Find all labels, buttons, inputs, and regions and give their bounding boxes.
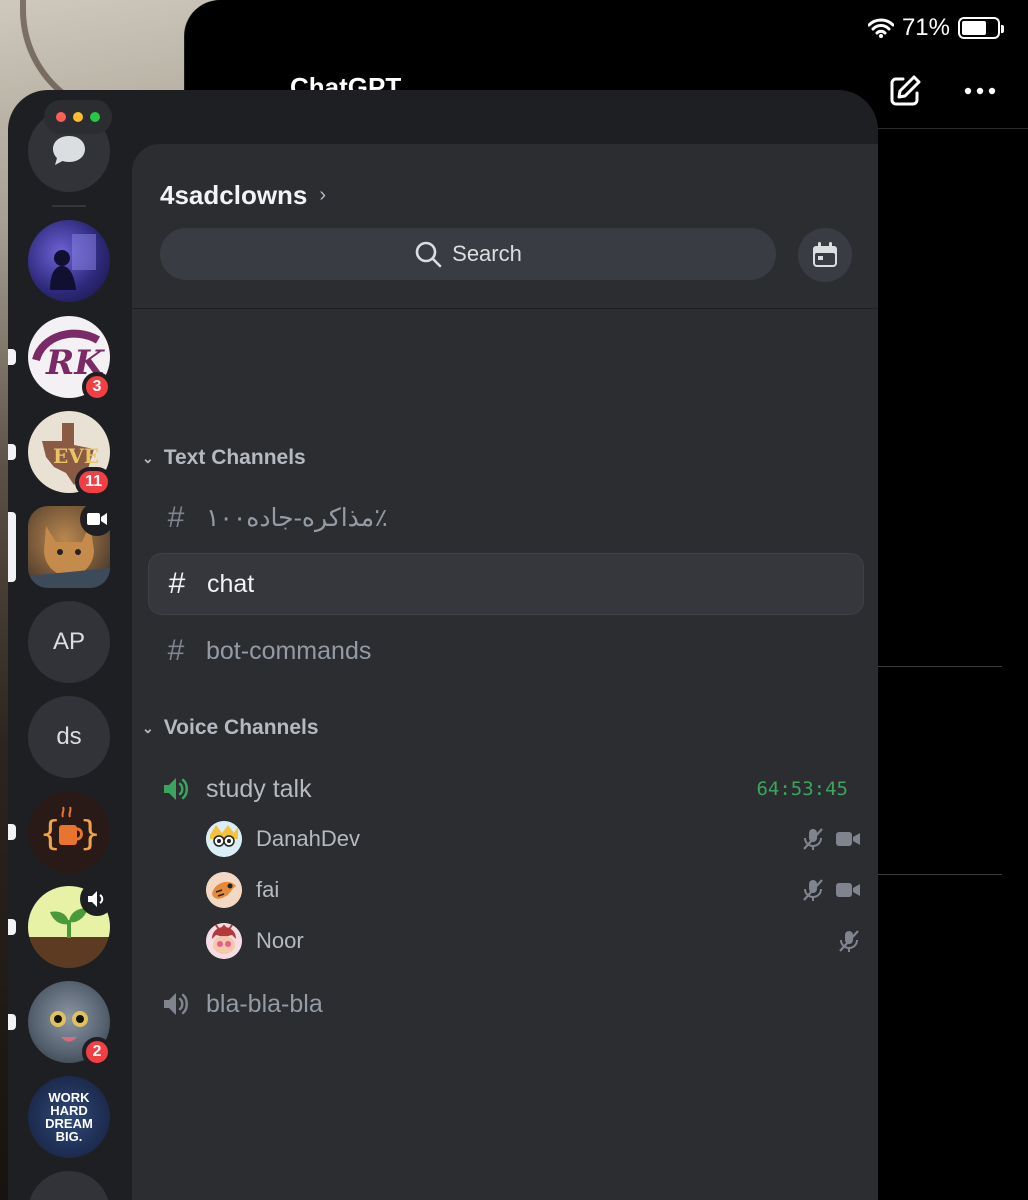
mention-badge: 3 (82, 372, 112, 402)
svg-text:EVE: EVE (53, 444, 99, 468)
unread-indicator (8, 1014, 16, 1030)
voice-user-status (802, 827, 860, 851)
voice-channel-study-talk[interactable]: study talk 64:53:45 (148, 758, 864, 820)
mention-badge: 11 (75, 467, 112, 497)
svg-text:{: { (40, 814, 60, 854)
wifi-icon (867, 18, 894, 38)
minimize-dot[interactable] (73, 112, 83, 122)
rail-separator (52, 205, 86, 207)
server-ds[interactable]: ds (28, 696, 110, 778)
battery-fill (962, 21, 987, 35)
server-initials: AP (28, 601, 110, 683)
battery-percent: 71% (901, 14, 950, 41)
coffee-code-server-icon: { } (28, 791, 110, 873)
hash-icon: # (168, 567, 186, 600)
background-app-divider (878, 128, 1028, 129)
chevron-down-icon: ⌄ (142, 449, 154, 466)
video-icon (836, 883, 860, 897)
compose-icon[interactable] (888, 74, 922, 108)
channel-name: bla-bla-bla (206, 989, 323, 1018)
chevron-down-icon: ⌄ (142, 719, 154, 736)
window-controls[interactable] (44, 100, 112, 134)
voice-user-status (802, 878, 860, 902)
server-cat[interactable] (8, 502, 114, 588)
voice-user[interactable]: fai (206, 867, 860, 913)
server-plant[interactable] (8, 882, 114, 968)
more-options-icon[interactable] (962, 78, 998, 104)
avatar (206, 872, 242, 908)
server-name: 4sadclowns (160, 180, 308, 210)
server-rk[interactable]: RK 3 (8, 316, 112, 402)
voice-user[interactable]: Noor (206, 918, 860, 964)
calendar-icon (813, 242, 837, 267)
status-bar: 71% (867, 12, 1004, 44)
server-coffee[interactable]: { } (8, 791, 110, 873)
selected-indicator (8, 512, 16, 582)
channel-name: study talk (206, 774, 312, 803)
mic-muted-icon (803, 879, 823, 901)
unread-indicator (8, 824, 16, 840)
category-label: Text Channels (163, 446, 306, 469)
voice-timer: 64:53:45 (756, 778, 848, 800)
mention-badge: 2 (82, 1037, 112, 1067)
channel-chat[interactable]: # chat (148, 553, 864, 615)
server-icon-partial (28, 1171, 110, 1200)
events-button[interactable] (798, 228, 852, 282)
voice-user-name: Noor (256, 928, 304, 953)
channel-name: bot-commands (206, 636, 372, 665)
search-placeholder: Search (452, 241, 522, 266)
search-icon (415, 241, 442, 268)
speaker-active-icon (164, 778, 188, 800)
hash-icon: # (167, 634, 185, 667)
unread-indicator (8, 444, 16, 460)
server-texas[interactable]: EVE 11 (8, 411, 112, 497)
avatar (206, 821, 242, 857)
server-rail: RK 3 EVE 11 AP ds {} 2 WORK HARD DREAM … (8, 90, 130, 1200)
discord-window: RK 3 EVE 11 AP ds {} 2 WORK HARD DREAM … (8, 90, 878, 1200)
video-icon (836, 832, 860, 846)
chevron-right-icon: › (319, 184, 327, 206)
svg-text:}: } (80, 814, 100, 854)
close-dot[interactable] (56, 112, 66, 122)
voice-channel-bla-bla-bla[interactable]: bla-bla-bla (148, 973, 864, 1035)
voice-user-status (838, 929, 860, 953)
voice-user[interactable]: DanahDev (206, 816, 860, 862)
category-voice-channels[interactable]: ⌄ Voice Channels (142, 716, 319, 740)
channel-name: chat (207, 569, 255, 598)
category-label: Voice Channels (163, 716, 319, 739)
server-initials: ds (28, 696, 110, 778)
channel-name: مذاکره-جاده۱۰۰٪ (206, 504, 388, 532)
mic-muted-icon (803, 828, 823, 850)
speaker-icon (80, 882, 114, 916)
voice-user-name: DanahDev (256, 826, 360, 851)
unread-indicator (8, 349, 16, 365)
server-partial[interactable] (28, 1171, 110, 1200)
video-icon (80, 502, 114, 536)
channel-bot-commands[interactable]: # bot-commands (148, 620, 864, 682)
server-work[interactable]: WORK HARD DREAM BIG. (28, 1076, 110, 1158)
header-divider (132, 308, 878, 309)
server-icon-text: BIG. (55, 1129, 83, 1144)
server-night[interactable] (28, 220, 110, 302)
battery-icon (958, 17, 1004, 39)
speaker-icon (164, 993, 188, 1015)
maximize-dot[interactable] (90, 112, 100, 122)
unread-indicator (8, 919, 16, 935)
category-text-channels[interactable]: ⌄ Text Channels (142, 446, 306, 470)
voice-user-name: fai (256, 877, 280, 902)
channel-panel: 4sadclowns › Search ⌄ Text Channels # مذ… (132, 144, 878, 1200)
channel-negotiation[interactable]: # مذاکره-جاده۱۰۰٪ (148, 487, 864, 549)
search-input[interactable]: Search (160, 228, 776, 280)
background-app-divider (878, 666, 1002, 667)
night-window-server-icon (28, 220, 110, 302)
hash-icon: # (167, 501, 185, 534)
background-app-divider (878, 874, 1002, 875)
mic-muted-icon (839, 930, 859, 952)
work-hard-server-icon: WORK HARD DREAM BIG. (28, 1076, 110, 1158)
server-catmeme[interactable]: 2 (8, 981, 112, 1067)
server-header[interactable]: 4sadclowns › (160, 180, 326, 211)
server-ap[interactable]: AP (28, 601, 110, 683)
avatar (206, 923, 242, 959)
